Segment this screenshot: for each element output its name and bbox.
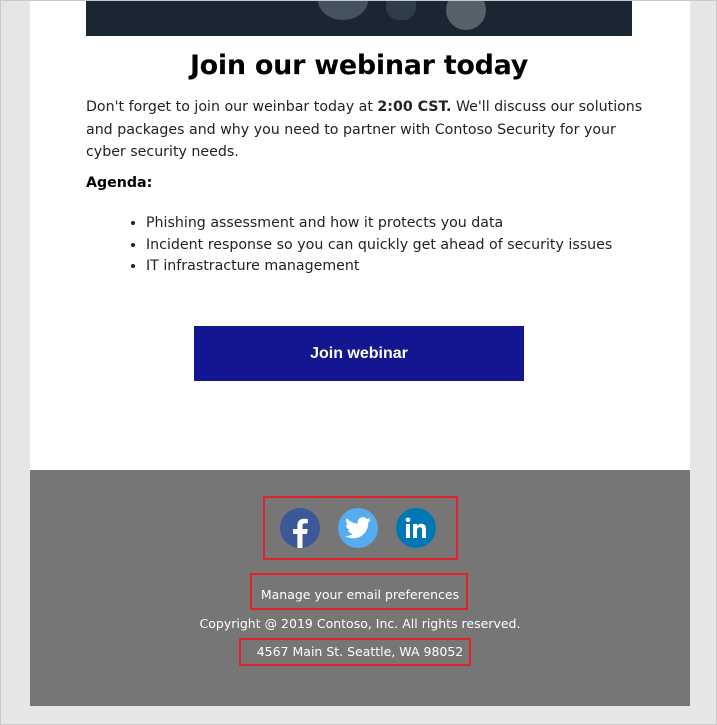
webinar-time: 2:00 CST. <box>377 99 452 115</box>
copyright-text: Copyright @ 2019 Contoso, Inc. All right… <box>199 616 521 631</box>
email-intro-text: Don't forget to join our weinbar today a… <box>86 99 643 160</box>
preferences-highlight <box>250 573 468 610</box>
agenda-list: Phishing assessment and how it protects … <box>128 213 648 278</box>
agenda-label: Agenda: <box>86 175 153 191</box>
agenda-item: IT infrastracture management <box>146 256 648 278</box>
twitter-icon[interactable] <box>338 508 378 548</box>
agenda-item: Incident response so you can quickly get… <box>146 235 648 257</box>
hero-image <box>86 0 632 36</box>
agenda-item: Phishing assessment and how it protects … <box>146 213 648 235</box>
join-webinar-button[interactable]: Join webinar <box>194 326 524 381</box>
linkedin-icon[interactable] <box>396 508 436 548</box>
email-footer: Manage your email preferences Copyright … <box>30 470 690 706</box>
address-highlight <box>239 638 471 666</box>
facebook-icon[interactable] <box>280 508 320 548</box>
email-heading: Join our webinar today <box>189 50 529 81</box>
